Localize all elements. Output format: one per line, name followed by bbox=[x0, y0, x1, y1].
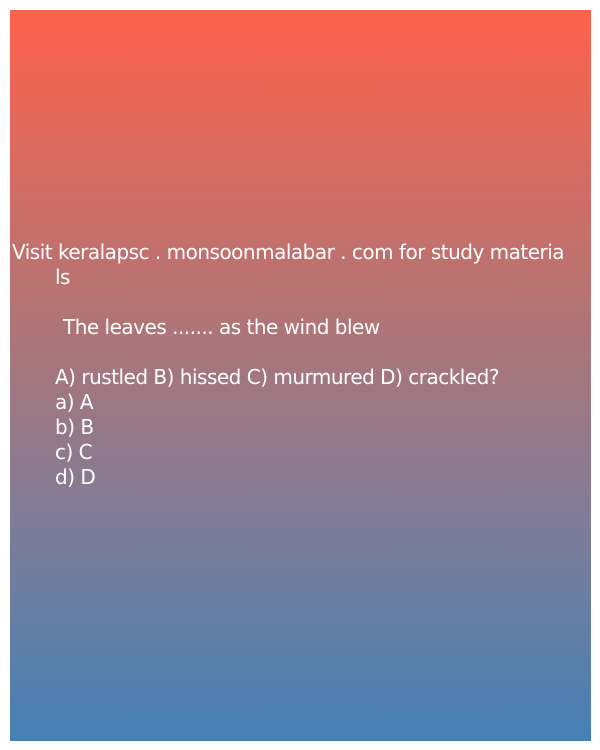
answer-option-c: c) C bbox=[55, 440, 93, 464]
question-card: Visit keralapsc . monsoonmalabar . com f… bbox=[10, 10, 591, 741]
answer-option-d: d) D bbox=[55, 465, 96, 489]
question-text: The leaves ....... as the wind blew bbox=[63, 315, 380, 339]
options-line: A) rustled B) hissed C) murmured D) crac… bbox=[55, 365, 499, 389]
source-text-line-2: ls bbox=[55, 265, 70, 289]
answer-option-b: b) B bbox=[55, 415, 94, 439]
answer-option-a: a) A bbox=[55, 390, 94, 414]
source-text-line-1: Visit keralapsc . monsoonmalabar . com f… bbox=[12, 240, 565, 264]
